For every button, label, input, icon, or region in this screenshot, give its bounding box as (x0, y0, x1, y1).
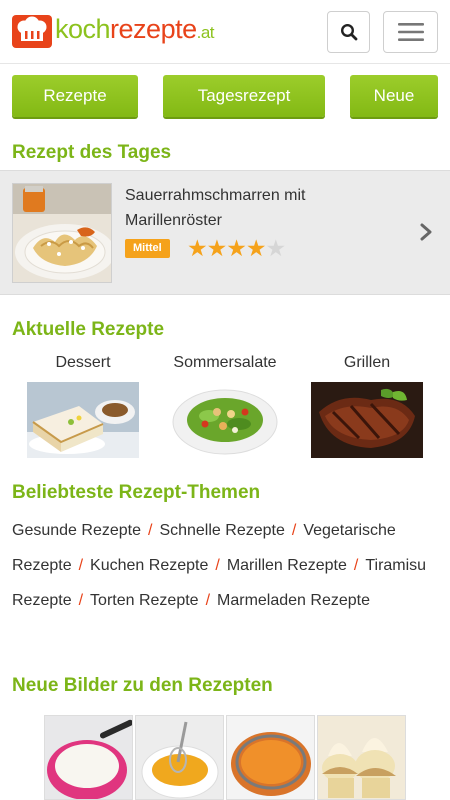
topic-link-torten[interactable]: Torten Rezepte (90, 592, 199, 609)
cake-ring-image (227, 716, 314, 799)
search-button[interactable] (327, 11, 370, 53)
thumbnail-image[interactable] (226, 715, 315, 800)
star-filled-icon: ★ (245, 235, 267, 261)
thumbnail-image[interactable] (44, 715, 133, 800)
thumbnail-image[interactable] (317, 715, 406, 800)
grill-image[interactable] (311, 382, 423, 458)
topic-separator: / (78, 592, 84, 609)
new-images-strip (44, 715, 408, 800)
topic-link-kuchen[interactable]: Kuchen Rezepte (90, 557, 208, 574)
popular-topics-heading: Beliebteste Rezept-Themen (12, 482, 261, 503)
topic-separator: / (205, 592, 211, 609)
hamburger-menu-icon (397, 23, 424, 41)
star-filled-icon: ★ (206, 235, 228, 261)
difficulty-badge: Mittel (125, 239, 170, 258)
topic-separator: / (215, 557, 220, 574)
search-icon (340, 23, 357, 41)
salad-image[interactable] (169, 382, 281, 458)
category-label: Dessert (55, 354, 111, 371)
rating-stars: ★★★★★ (187, 235, 287, 261)
recipe-of-day-title[interactable]: Sauerrahmschmarren mit Marillenröster (125, 183, 405, 233)
topic-link-schnelle[interactable]: Schnelle Rezepte (159, 522, 284, 539)
topic-separator: / (147, 522, 153, 539)
star-filled-icon: ★ (187, 235, 208, 261)
topic-link-gesunde[interactable]: Gesunde Rezepte (12, 522, 141, 539)
menu-button[interactable] (383, 11, 438, 53)
recipe-of-day-heading: Rezept des Tages (12, 142, 172, 163)
topic-link-marmeladen[interactable]: Marmeladen Rezepte (217, 592, 370, 609)
chevron-right-icon[interactable] (416, 221, 436, 243)
thumbnail-image[interactable] (135, 715, 224, 800)
new-images-heading: Neue Bilder zu den Rezepten (12, 675, 273, 696)
topics-list: Gesunde Rezepte / Schnelle Rezepte / Vegetar… (12, 513, 442, 618)
category-grillen[interactable]: Grillen (311, 352, 423, 458)
topic-separator: / (78, 557, 84, 574)
nav-rezepte-button[interactable]: Rezepte (12, 75, 138, 117)
steak-image (311, 382, 423, 458)
logo-wordmark: kochrezepte.at (55, 14, 215, 44)
app-header: kochrezepte.at (0, 0, 450, 64)
category-label: Grillen (343, 354, 391, 371)
cream-bowl-image (45, 716, 132, 799)
nav-tagesrezept-button[interactable]: Tagesrezept (163, 75, 325, 117)
whisk-bowl-image (136, 716, 223, 799)
dessert-image[interactable] (27, 382, 139, 458)
pancake-dish-image (13, 184, 111, 282)
category-dessert[interactable]: Dessert (27, 352, 139, 458)
recipe-of-day-card[interactable]: Sauerrahmschmarren mit Marillenröster Mi… (0, 170, 450, 295)
category-sommersalate[interactable]: Sommersalate (169, 352, 281, 458)
nav-neue-button[interactable]: Neue (350, 75, 438, 117)
category-label: Sommersalate (173, 354, 277, 371)
current-recipes-heading: Aktuelle Rezepte (12, 319, 165, 340)
topic-separator: / (353, 557, 359, 574)
chef-hat-logo-icon (12, 15, 52, 48)
salad-plate-image (169, 382, 281, 458)
site-logo[interactable]: kochrezepte.at (12, 13, 215, 49)
star-filled-icon: ★ (226, 235, 247, 261)
topic-link-marillen[interactable]: Marillen Rezepte (227, 557, 347, 574)
meringue-tartlets-image (318, 716, 405, 799)
recipe-of-day-image[interactable] (12, 183, 112, 283)
topic-separator: / (291, 522, 297, 539)
star-empty-icon: ★ (265, 235, 287, 261)
cake-image (27, 382, 139, 458)
